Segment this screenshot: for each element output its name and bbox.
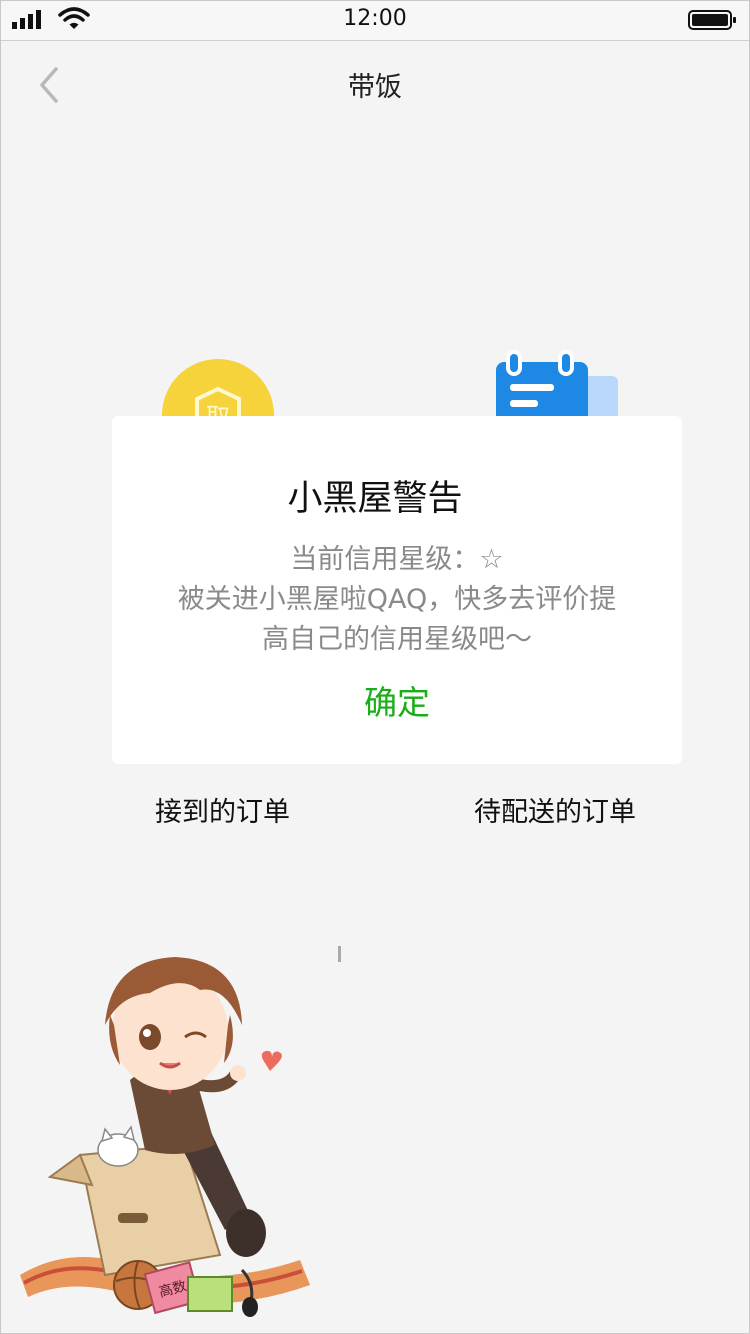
divider-mark (338, 946, 341, 962)
dialog-message-line: 当前信用星级：☆ (290, 544, 504, 575)
status-bar: 12:00 (0, 0, 750, 41)
mascot-illustration: 高数 (20, 957, 310, 1317)
dialog-message-line: 高自己的信用星级吧～ (262, 624, 532, 655)
page-title: 带饭 (348, 72, 402, 103)
dialog-message-line: 被关进小黑屋啦QAQ，快多去评价提 (177, 584, 617, 615)
confirm-button[interactable]: 确定 (112, 676, 682, 724)
battery-icon (688, 10, 736, 30)
navigation-bar: 带饭 (0, 41, 750, 127)
menu-pending-orders[interactable]: 待配送的订单 (474, 790, 636, 829)
dialog-title: 小黑屋警告 (287, 479, 463, 519)
menu-received-orders[interactable]: 接到的订单 (155, 790, 290, 829)
status-time: 12:00 (343, 6, 407, 31)
